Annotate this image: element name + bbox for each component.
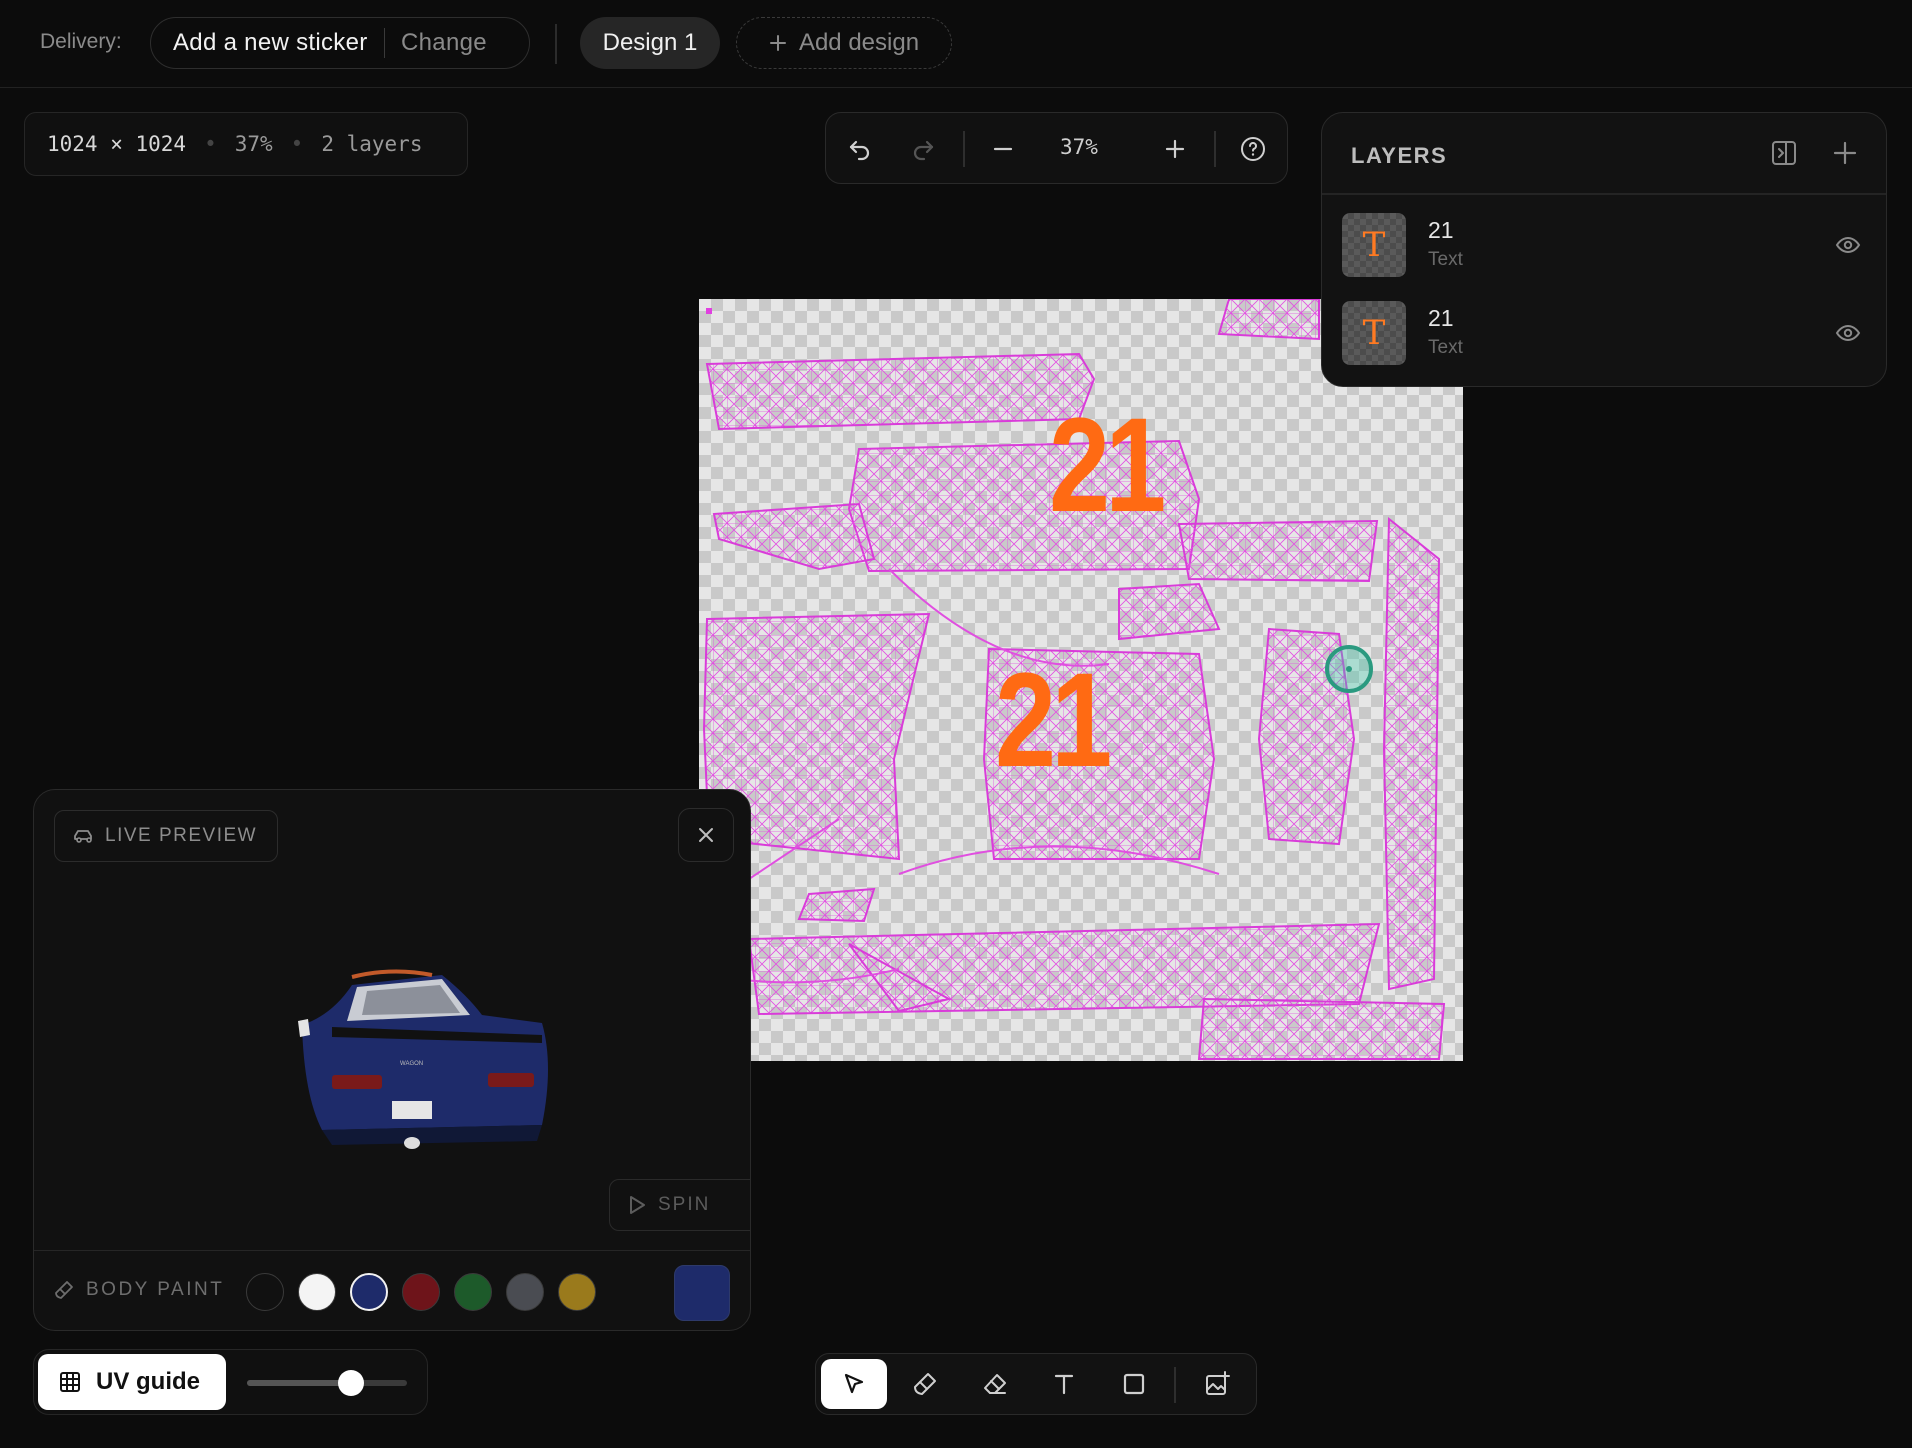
- color-swatch[interactable]: [402, 1273, 440, 1311]
- uv-opacity-slider[interactable]: [247, 1380, 407, 1386]
- layer-type: Text: [1428, 337, 1463, 358]
- topbar-divider: [555, 24, 557, 64]
- spin-label: SPIN: [658, 1194, 711, 1215]
- close-preview-button[interactable]: [678, 808, 734, 862]
- add-design-label: Add design: [798, 29, 920, 56]
- color-swatch[interactable]: [246, 1273, 284, 1311]
- brush-icon: [912, 1371, 938, 1397]
- color-swatch[interactable]: [350, 1273, 388, 1311]
- cursor-indicator: [1323, 643, 1375, 695]
- visibility-toggle[interactable]: [1834, 319, 1862, 347]
- slider-handle[interactable]: [338, 1370, 364, 1396]
- spin-button[interactable]: SPIN: [609, 1179, 750, 1231]
- plus-icon: [769, 34, 787, 52]
- color-swatch[interactable]: [506, 1273, 544, 1311]
- image-tool-button[interactable]: [1184, 1359, 1250, 1409]
- car-3d-preview[interactable]: WAGON: [292, 955, 564, 1155]
- body-paint-label: BODY PAINT: [86, 1279, 225, 1300]
- layers-panel: LAYERS T 21 Text T 21 Text: [1321, 112, 1887, 387]
- eraser-icon: [982, 1371, 1008, 1397]
- visibility-toggle[interactable]: [1834, 231, 1862, 259]
- top-bar: Delivery: Add a new sticker Change Desig…: [0, 0, 1912, 88]
- text-tool-button[interactable]: [1031, 1359, 1097, 1409]
- collapse-panel-button[interactable]: [1769, 138, 1799, 168]
- layer-row[interactable]: T 21 Text: [1342, 301, 1868, 373]
- play-icon: [628, 1195, 646, 1215]
- layer-type: Text: [1428, 249, 1463, 270]
- uv-guide-toggle[interactable]: UV guide: [38, 1354, 226, 1410]
- rectangle-tool-button[interactable]: [1101, 1359, 1167, 1409]
- undo-button[interactable]: [838, 127, 882, 171]
- zoom-in-icon: [1163, 137, 1187, 161]
- body-paint-label-group: BODY PAINT: [54, 1279, 224, 1301]
- delivery-value: Add a new sticker: [173, 29, 368, 56]
- layer-name: 21: [1428, 217, 1454, 243]
- delivery-selector[interactable]: Add a new sticker Change: [150, 17, 530, 69]
- add-design-button[interactable]: Add design: [736, 17, 952, 69]
- text-icon: [1051, 1371, 1077, 1397]
- canvas-text-21[interactable]: 21: [1049, 399, 1166, 533]
- undo-icon: [847, 136, 873, 162]
- delivery-label: Delivery:: [40, 30, 122, 53]
- uv-guide-label: UV guide: [96, 1368, 201, 1395]
- add-layer-button[interactable]: [1830, 138, 1860, 168]
- color-swatch[interactable]: [454, 1273, 492, 1311]
- live-preview-panel: LIVE PREVIEW WAGON SPIN BODY PAINT: [33, 789, 751, 1331]
- select-tool-button[interactable]: [821, 1359, 887, 1409]
- paint-brush-icon: [54, 1280, 74, 1300]
- redo-button[interactable]: [901, 127, 945, 171]
- redo-icon: [910, 136, 936, 162]
- square-icon: [1121, 1371, 1147, 1397]
- live-preview-badge: LIVE PREVIEW: [54, 810, 278, 862]
- add-image-icon: [1203, 1370, 1231, 1398]
- rear-badge: WAGON: [400, 1061, 423, 1067]
- brush-tool-button[interactable]: [892, 1359, 958, 1409]
- layer-name: 21: [1428, 305, 1454, 331]
- toolbar-divider: [963, 131, 965, 167]
- layer-row[interactable]: T 21 Text: [1342, 213, 1868, 285]
- canvas-dimensions: 1024 × 1024: [47, 132, 187, 156]
- plus-icon: [1830, 138, 1860, 168]
- cursor-arrow-icon: [841, 1371, 867, 1397]
- layers-count: 2 layers: [321, 132, 423, 156]
- zoom-in-button[interactable]: [1153, 127, 1197, 171]
- design-canvas[interactable]: 21 21: [699, 299, 1463, 1061]
- canvas-info: 1024 × 1024 • 37% • 2 layers: [24, 112, 468, 176]
- live-preview-title: LIVE PREVIEW: [105, 825, 258, 846]
- eye-icon: [1834, 231, 1862, 259]
- zoom-level: 37%: [1060, 135, 1098, 159]
- layer-thumbnail: T: [1342, 213, 1406, 277]
- current-color-swatch[interactable]: [674, 1265, 730, 1321]
- canvas-text-21[interactable]: 21: [995, 654, 1112, 788]
- drawing-toolbar: [815, 1353, 1257, 1415]
- separator-dot: •: [204, 132, 217, 156]
- color-swatch[interactable]: [298, 1273, 336, 1311]
- help-icon: [1239, 135, 1267, 163]
- zoom-out-icon: [991, 137, 1015, 161]
- separator-dot: •: [290, 132, 304, 156]
- canvas-zoom: 37%: [234, 132, 273, 156]
- color-swatch[interactable]: [558, 1273, 596, 1311]
- layers-divider: [1322, 193, 1886, 195]
- sidebar-collapse-icon: [1769, 138, 1799, 168]
- tab-design-1[interactable]: Design 1: [580, 17, 720, 69]
- eraser-tool-button[interactable]: [962, 1359, 1028, 1409]
- slider-fill: [247, 1380, 351, 1386]
- pill-divider: [383, 28, 386, 58]
- view-toolbar: 37%: [825, 112, 1288, 184]
- change-button[interactable]: Change: [401, 29, 487, 57]
- help-button[interactable]: [1231, 127, 1275, 171]
- grid-icon: [58, 1370, 82, 1394]
- layer-thumbnail: T: [1342, 301, 1406, 365]
- uv-guide-control: UV guide: [33, 1349, 428, 1415]
- eye-icon: [1834, 319, 1862, 347]
- toolbar-divider: [1174, 1367, 1176, 1403]
- body-paint-bar: BODY PAINT: [34, 1250, 750, 1330]
- car-icon: [73, 827, 95, 845]
- layers-title: LAYERS: [1351, 143, 1448, 168]
- toolbar-divider: [1214, 131, 1216, 167]
- close-icon: [696, 825, 716, 845]
- zoom-out-button[interactable]: [981, 127, 1025, 171]
